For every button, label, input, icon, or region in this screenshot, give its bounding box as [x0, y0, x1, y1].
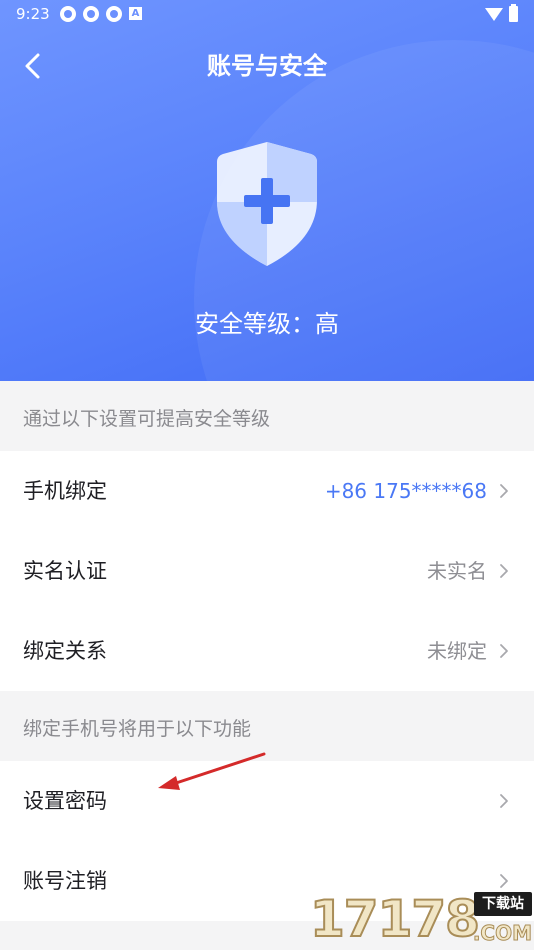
list-item-label: 账号注销 — [23, 869, 107, 893]
list-item-binding-relation[interactable]: 绑定关系 未绑定 — [0, 611, 534, 691]
watermark-digits: 17178 — [309, 889, 481, 949]
notification-icons: A — [60, 6, 142, 22]
security-level-label: 安全等级：高 — [195, 310, 339, 338]
list-item-phone-binding[interactable]: 手机绑定 +86 175*****68 — [0, 451, 534, 531]
status-time: 9:23 — [16, 5, 50, 23]
hero-banner: 9:23 A 账号与安全 安全等级：高 — [0, 0, 534, 381]
status-bar: 9:23 A — [0, 0, 534, 28]
battery-icon — [509, 4, 518, 22]
list-item-label: 设置密码 — [23, 789, 107, 813]
list-item-real-name[interactable]: 实名认证 未实名 — [0, 531, 534, 611]
binding-status: 未绑定 — [427, 639, 487, 663]
app-notification-icon — [83, 6, 99, 22]
list-item-label: 手机绑定 — [23, 479, 107, 503]
list-item-label: 实名认证 — [23, 559, 107, 583]
list-item-set-password[interactable]: 设置密码 — [0, 761, 534, 841]
section-header-security: 通过以下设置可提高安全等级 — [0, 381, 534, 451]
phone-number-value: +86 175*****68 — [324, 479, 487, 503]
chevron-right-icon — [500, 644, 508, 658]
page-title: 账号与安全 — [207, 52, 327, 80]
watermark-tag: 下载站 — [474, 892, 532, 916]
section-header-functions: 绑定手机号将用于以下功能 — [0, 691, 534, 761]
app-notification-icon — [60, 6, 76, 22]
status-indicators — [485, 4, 518, 22]
app-notification-icon — [106, 6, 122, 22]
site-watermark: 17178 下载站 .COM — [309, 888, 534, 950]
list-item-label: 绑定关系 — [23, 639, 107, 663]
real-name-status: 未实名 — [427, 559, 487, 583]
shield-plus-icon — [217, 142, 317, 266]
chevron-right-icon — [500, 794, 508, 808]
wifi-icon — [485, 7, 503, 21]
watermark-suffix: .COM — [472, 921, 532, 946]
a-notification-icon: A — [129, 7, 142, 20]
chevron-right-icon — [500, 564, 508, 578]
chevron-right-icon — [500, 484, 508, 498]
